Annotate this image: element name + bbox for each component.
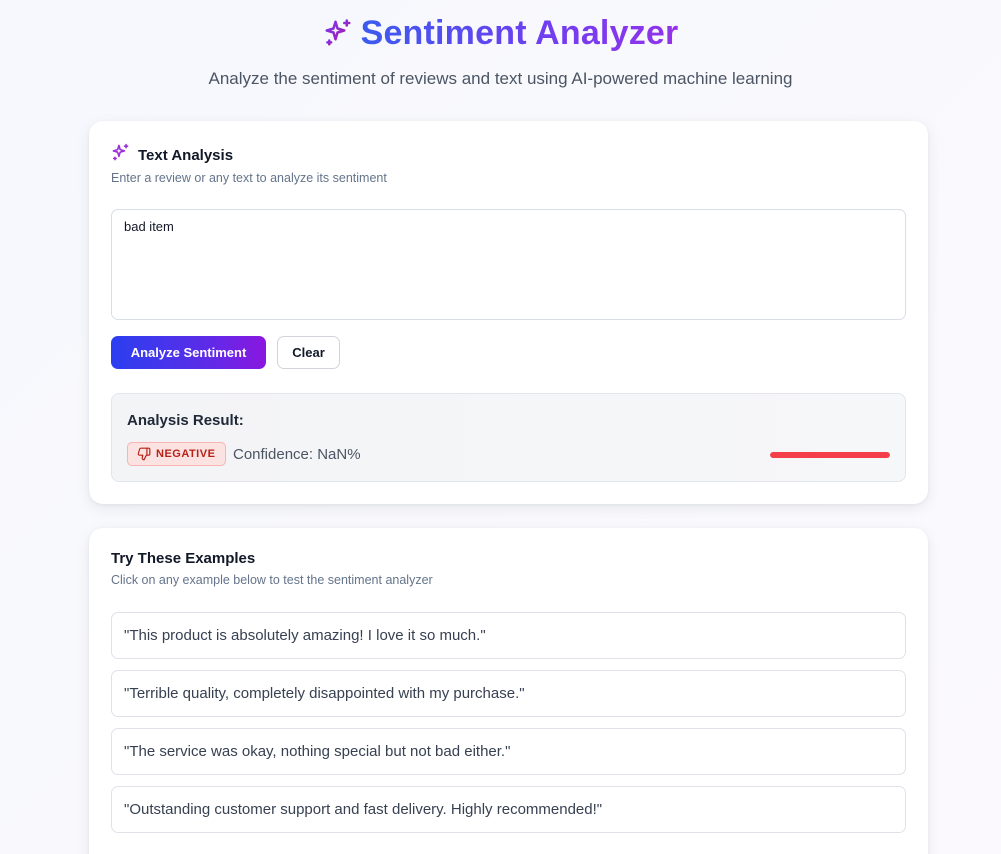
section-title: Text Analysis [138, 146, 234, 164]
examples-description: Click on any example below to test the s… [111, 573, 433, 587]
example-item[interactable]: "Outstanding customer support and fast d… [111, 786, 906, 833]
review-text-input[interactable]: bad item [111, 209, 906, 320]
analyze-sentiment-button[interactable]: Analyze Sentiment [111, 336, 266, 369]
page-subtitle: Analyze the sentiment of reviews and tex… [208, 69, 793, 88]
example-list: "This product is absolutely amazing! I l… [111, 612, 906, 844]
title-row: Sentiment Analyzer [323, 12, 679, 54]
analysis-result-panel: Analysis Result: NEGATIVE Confidence: Na… [111, 393, 906, 482]
page: Sentiment Analyzer Analyze the sentiment… [0, 0, 1001, 854]
text-analysis-card: Text Analysis Enter a review or any text… [89, 121, 928, 504]
example-item[interactable]: "Terrible quality, completely disappoint… [111, 670, 906, 717]
result-heading: Analysis Result: [127, 412, 244, 429]
sentiment-label: NEGATIVE [156, 448, 216, 460]
text-analysis-heading: Text Analysis [111, 143, 233, 167]
sentiment-badge: NEGATIVE [127, 442, 227, 466]
clear-button[interactable]: Clear [277, 336, 340, 369]
confidence-bar [770, 452, 890, 458]
examples-title: Try These Examples [111, 550, 256, 567]
thumbs-down-icon [137, 447, 151, 461]
confidence-text: Confidence: NaN% [233, 446, 361, 463]
example-item[interactable]: "The service was okay, nothing special b… [111, 728, 906, 775]
section-description: Enter a review or any text to analyze it… [111, 171, 387, 185]
page-title: Sentiment Analyzer [360, 13, 679, 52]
header: Sentiment Analyzer Analyze the sentiment… [0, 0, 1001, 89]
confidence-bar-fill [770, 452, 890, 458]
sparkles-icon [323, 18, 353, 48]
sparkles-icon [111, 143, 130, 167]
examples-card: Try These Examples Click on any example … [89, 528, 928, 854]
example-item[interactable]: "This product is absolutely amazing! I l… [111, 612, 906, 659]
